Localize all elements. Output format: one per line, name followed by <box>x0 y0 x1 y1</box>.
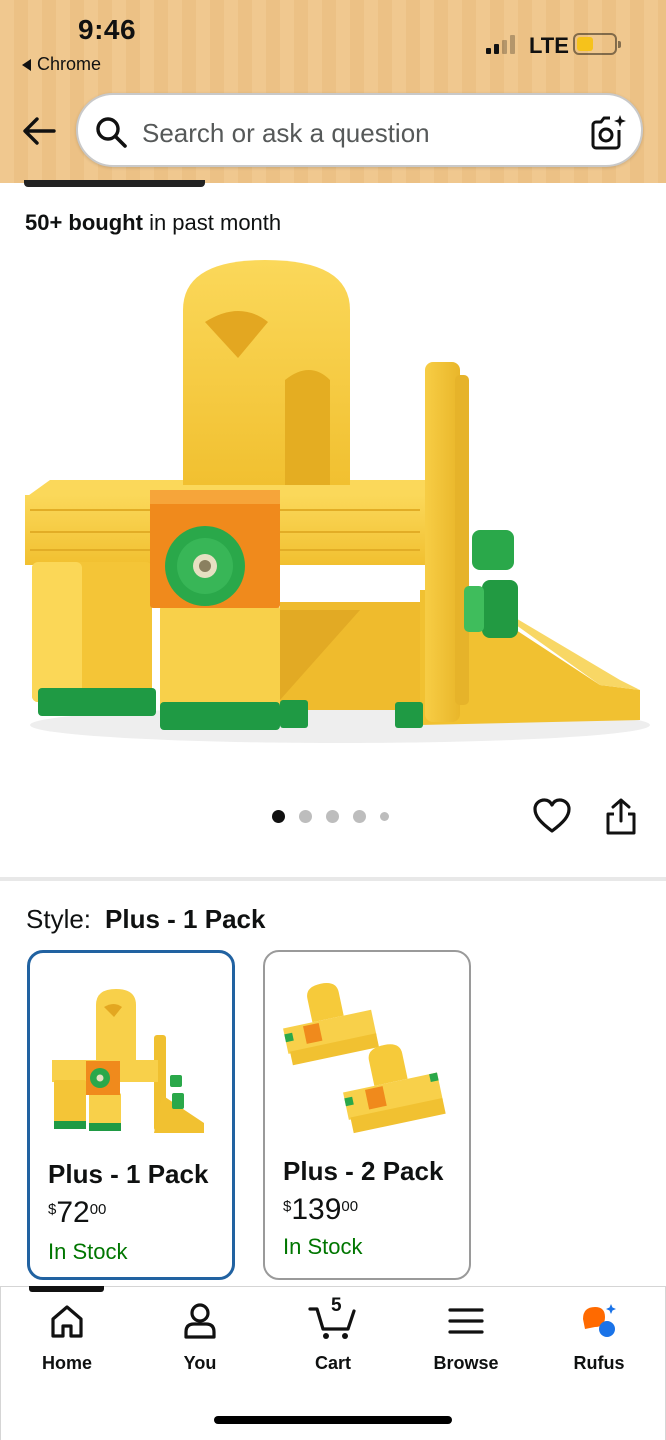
style-selected-value: Plus - 1 Pack <box>105 904 266 934</box>
search-bar[interactable]: Search or ask a question <box>76 93 643 167</box>
price-whole: 139 <box>291 1193 342 1226</box>
battery-icon <box>573 33 621 55</box>
section-divider <box>0 877 666 881</box>
style-option-image <box>52 989 204 1133</box>
nav-you[interactable]: You <box>140 1301 260 1374</box>
style-option-image <box>283 983 446 1134</box>
search-icon <box>96 117 127 148</box>
cart-icon: 5 <box>308 1295 358 1341</box>
carousel-dot[interactable] <box>326 810 339 823</box>
nav-you-label: You <box>183 1353 217 1373</box>
style-option-name: Plus - 1 Pack <box>48 1159 209 1189</box>
style-option-stock: In Stock <box>48 1239 128 1264</box>
search-input[interactable]: Search or ask a question <box>142 118 430 149</box>
nav-rufus-label: Rufus <box>573 1353 625 1373</box>
nav-cart[interactable]: 5 Cart <box>273 1295 393 1374</box>
home-icon <box>51 1305 83 1338</box>
carousel-dot[interactable] <box>380 812 389 821</box>
style-option-price: $ 72 00 <box>48 1197 106 1229</box>
bought-count: 50+ bought <box>25 210 143 235</box>
heart-icon[interactable] <box>532 796 572 836</box>
home-indicator-bar[interactable] <box>214 1416 452 1424</box>
status-time: 9:46 <box>78 14 137 45</box>
style-option-price: $ 139 00 <box>283 1194 358 1226</box>
nav-home[interactable]: Home <box>7 1301 127 1374</box>
price-currency: $ <box>48 1201 57 1218</box>
nav-cart-label: Cart <box>314 1353 351 1373</box>
nav-browse[interactable]: Browse <box>406 1301 526 1374</box>
rufus-icon <box>583 1304 616 1337</box>
bought-in-past-month: 50+ bought in past month <box>25 210 281 236</box>
back-app-label: Chrome <box>37 54 102 74</box>
style-option-1-pack[interactable]: Plus - 1 Pack $ 72 00 In Stock <box>27 950 235 1280</box>
carousel-dot[interactable] <box>272 810 285 823</box>
style-option-2-pack[interactable]: Plus - 2 Pack $ 139 00 In Stock <box>263 950 471 1280</box>
nav-rufus[interactable]: Rufus <box>539 1301 659 1374</box>
nav-browse-label: Browse <box>433 1353 499 1373</box>
image-carousel-dots[interactable] <box>272 810 389 823</box>
network-type: LTE <box>529 33 569 58</box>
carousel-dot[interactable] <box>299 810 312 823</box>
share-icon[interactable] <box>603 797 639 837</box>
price-fraction: 00 <box>89 1201 107 1218</box>
nav-home-label: Home <box>41 1353 92 1373</box>
camera-search-icon[interactable] <box>589 113 627 151</box>
back-triangle-icon <box>22 58 31 71</box>
price-fraction: 00 <box>341 1198 359 1215</box>
bought-suffix: in past month <box>142 210 282 235</box>
carousel-dot[interactable] <box>353 810 366 823</box>
person-icon <box>184 1303 216 1339</box>
scroll-tab-indicator <box>24 180 205 187</box>
nav-active-indicator <box>29 1286 104 1292</box>
style-label: Style: <box>26 904 92 934</box>
back-arrow-icon[interactable] <box>20 112 58 150</box>
style-option-stock: In Stock <box>283 1234 363 1259</box>
cart-count-badge: 5 <box>331 1295 342 1316</box>
top-header: 9:46 Chrome LTE Search or ask a question <box>0 0 666 183</box>
cellular-signal-icon <box>486 34 515 54</box>
style-selection-row: Style: Plus - 1 Pack <box>26 904 265 935</box>
back-to-app[interactable]: Chrome <box>22 54 101 75</box>
product-image[interactable] <box>0 240 666 780</box>
style-option-name: Plus - 2 Pack <box>283 1156 444 1186</box>
price-whole: 72 <box>56 1196 90 1229</box>
price-currency: $ <box>283 1198 292 1215</box>
menu-icon <box>448 1308 484 1334</box>
